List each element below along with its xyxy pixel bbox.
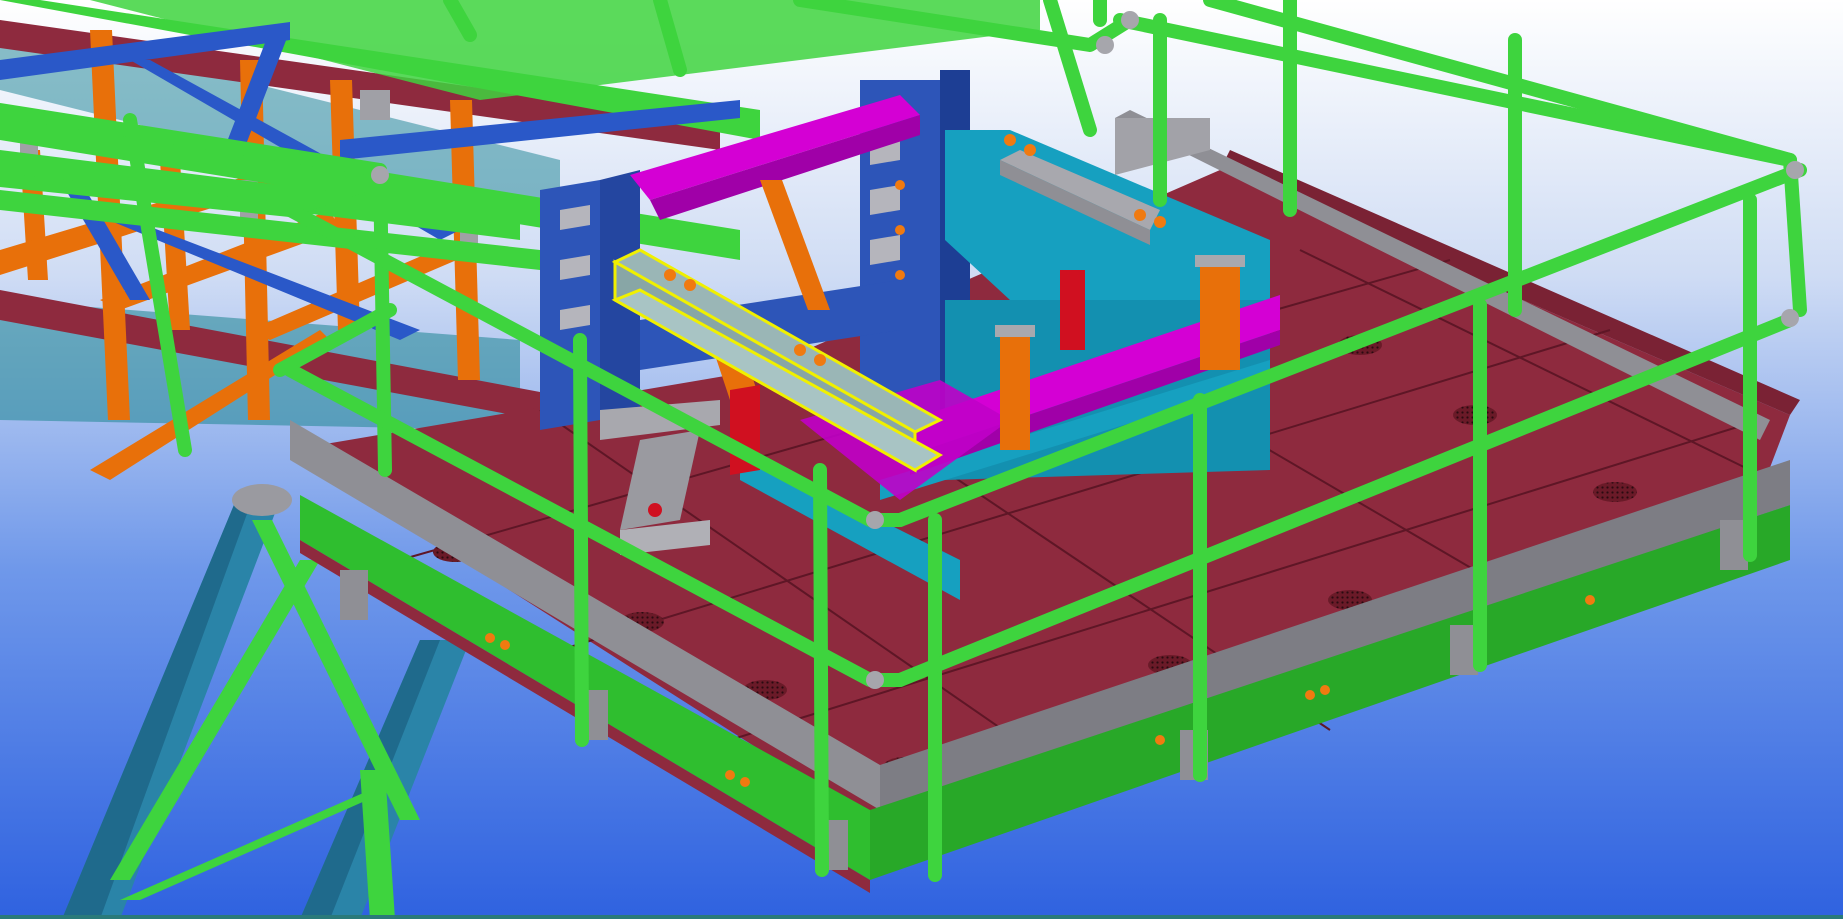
3d-scene[interactable] [0, 0, 1843, 919]
pin-icon [648, 503, 662, 517]
red-plate [1060, 270, 1085, 350]
strut-node [232, 484, 292, 516]
viewport-bottom-edge [0, 915, 1843, 919]
selected-bolt [684, 279, 696, 291]
selected-bolt [664, 269, 676, 281]
selected-bolt [814, 354, 826, 366]
selected-bolt [794, 344, 806, 356]
model-viewport[interactable] [0, 0, 1843, 919]
